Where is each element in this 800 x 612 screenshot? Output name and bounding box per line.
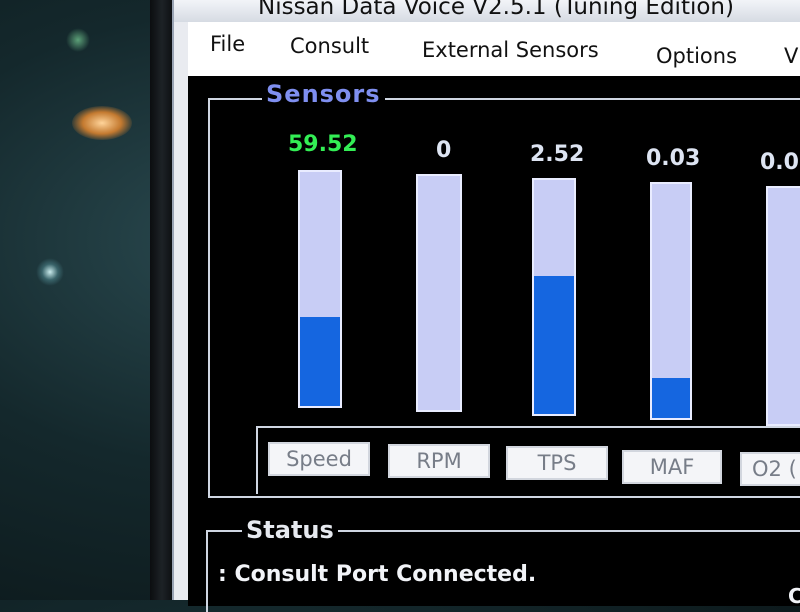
menu-bar: File Consult External Sensors Options V: [188, 22, 800, 78]
speed-gauge-fill: [300, 317, 340, 406]
rpm-gauge-bar: [416, 174, 462, 412]
menu-file[interactable]: File: [210, 32, 245, 56]
rpm-value: 0: [436, 138, 452, 163]
menu-options[interactable]: Options: [656, 44, 737, 68]
tps-value: 2.52: [530, 142, 585, 167]
background-glint-green: [66, 28, 90, 52]
o2-button[interactable]: O2 (: [740, 452, 800, 486]
maf-value: 0.03: [646, 146, 701, 171]
speed-value: 59.52: [288, 132, 358, 157]
background-light-reflection: [72, 106, 132, 140]
tps-gauge-fill: [534, 275, 574, 414]
menu-view[interactable]: V: [784, 44, 798, 68]
rpm-button[interactable]: RPM: [388, 444, 490, 478]
o2-gauge-bar: [766, 186, 800, 426]
title-bar[interactable]: Nissan Data Voice V2.5.1 (Tuning Edition…: [174, 0, 800, 22]
tps-gauge-bar: [532, 178, 576, 416]
maf-button[interactable]: MAF: [622, 450, 722, 484]
client-area: Sensors 59.52 0 2.52 0.03 0.0 Speed RPM …: [188, 76, 800, 612]
menu-external-sensors[interactable]: External Sensors: [422, 38, 599, 62]
maf-gauge-bar: [650, 182, 692, 420]
maf-gauge-fill: [652, 378, 690, 418]
app-window: Nissan Data Voice V2.5.1 (Tuning Edition…: [172, 0, 800, 612]
speed-gauge-bar: [298, 170, 342, 408]
status-right-fragment: C: [788, 584, 800, 608]
background-glint: [36, 258, 64, 286]
sensors-group-label: Sensors: [262, 80, 385, 108]
status-group-label: Status: [242, 516, 338, 544]
status-message: : Consult Port Connected.: [218, 562, 537, 587]
speed-button[interactable]: Speed: [268, 442, 370, 476]
window-title: Nissan Data Voice V2.5.1 (Tuning Edition…: [258, 0, 734, 20]
menu-consult[interactable]: Consult: [290, 34, 369, 58]
tps-button[interactable]: TPS: [506, 446, 608, 480]
o2-value: 0.0: [760, 150, 799, 175]
monitor-bezel: [150, 0, 174, 600]
